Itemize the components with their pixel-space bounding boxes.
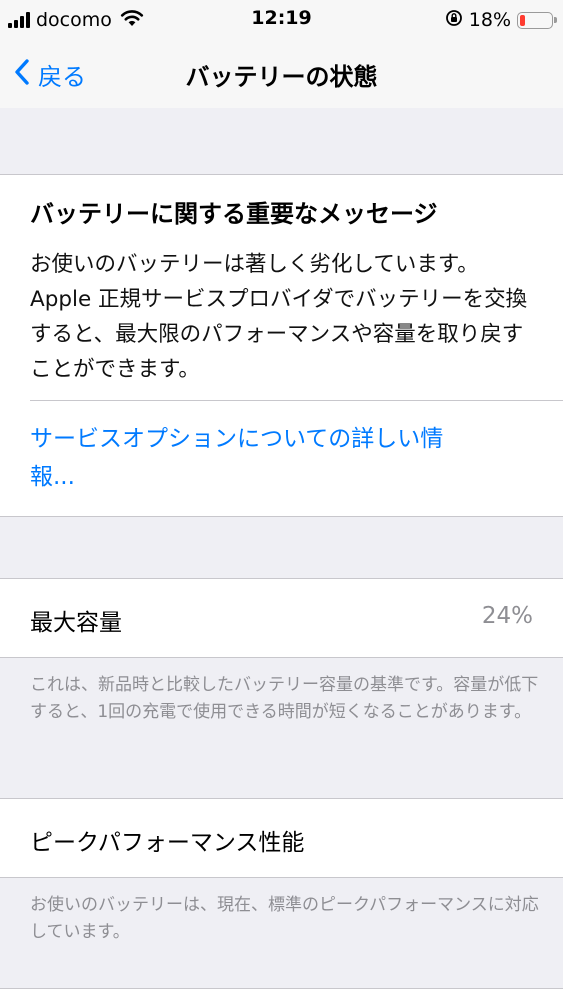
- maximum-capacity-value: 24%: [481, 603, 533, 629]
- battery-cap: [554, 16, 557, 23]
- maximum-capacity-label: 最大容量: [30, 610, 122, 636]
- message-title: バッテリーに関する重要なメッセージ: [30, 200, 438, 228]
- battery-percent: 18%: [468, 9, 511, 31]
- battery-fill: [520, 14, 525, 26]
- orientation-lock-icon: [445, 9, 463, 31]
- peak-performance-note: お使いのバッテリーは、現在、標準のピークパフォーマンスに対応しています。: [30, 895, 539, 942]
- battery-message-card: バッテリーに関する重要なメッセージ お使いのバッテリーは著しく劣化しています。A…: [0, 174, 563, 517]
- service-options-link[interactable]: サービスオプションについての詳しい情報...: [30, 420, 450, 496]
- navigation-bar: 戻る バッテリーの状態: [0, 40, 563, 108]
- status-bar: docomo 12:19 18%: [0, 0, 563, 40]
- page-title: バッテリーの状態: [185, 63, 378, 91]
- maximum-capacity-row: 最大容量 24%: [0, 578, 563, 658]
- next-section-edge: [0, 988, 563, 999]
- divider: [30, 400, 563, 401]
- peak-performance-label: ピークパフォーマンス性能: [30, 830, 305, 856]
- status-right: 18%: [445, 8, 557, 32]
- maximum-capacity-note: これは、新品時と比較したバッテリー容量の基準です。容量が低下すると、1回の充電で…: [30, 675, 539, 722]
- peak-performance-row: ピークパフォーマンス性能: [0, 798, 563, 878]
- message-body: お使いのバッテリーは著しく劣化しています。Apple 正規サービスプロバイダでバ…: [30, 252, 528, 382]
- battery-icon: [517, 11, 557, 29]
